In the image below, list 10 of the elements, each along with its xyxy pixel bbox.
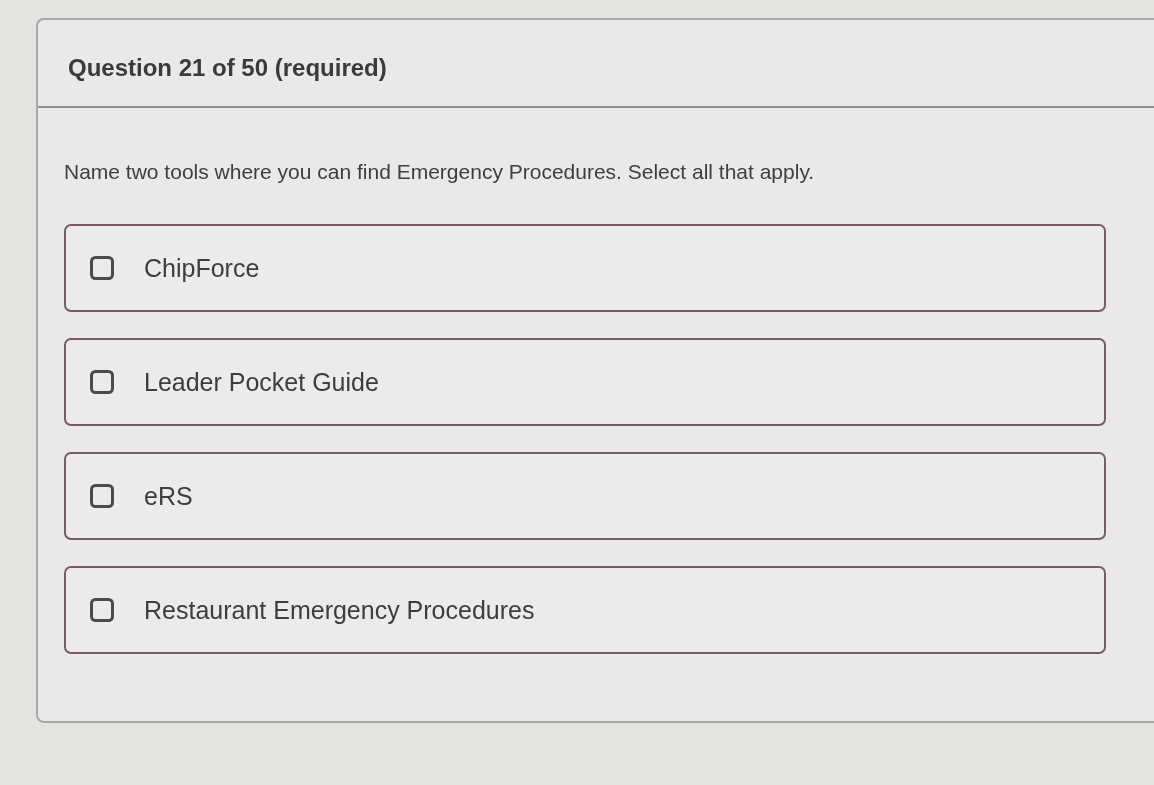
answer-option[interactable]: Leader Pocket Guide (64, 338, 1106, 426)
answer-option[interactable]: eRS (64, 452, 1106, 540)
checkbox[interactable] (90, 256, 114, 280)
question-title: Question 21 of 50 (required) (68, 54, 387, 82)
answer-option[interactable]: ChipForce (64, 224, 1106, 312)
question-prompt: Name two tools where you can find Emergency Procedures. Select all that apply. (64, 160, 815, 184)
answer-option[interactable]: Restaurant Emergency Procedures (64, 566, 1106, 654)
checkbox[interactable] (90, 484, 114, 508)
checkbox[interactable] (90, 370, 114, 394)
checkbox[interactable] (90, 598, 114, 622)
